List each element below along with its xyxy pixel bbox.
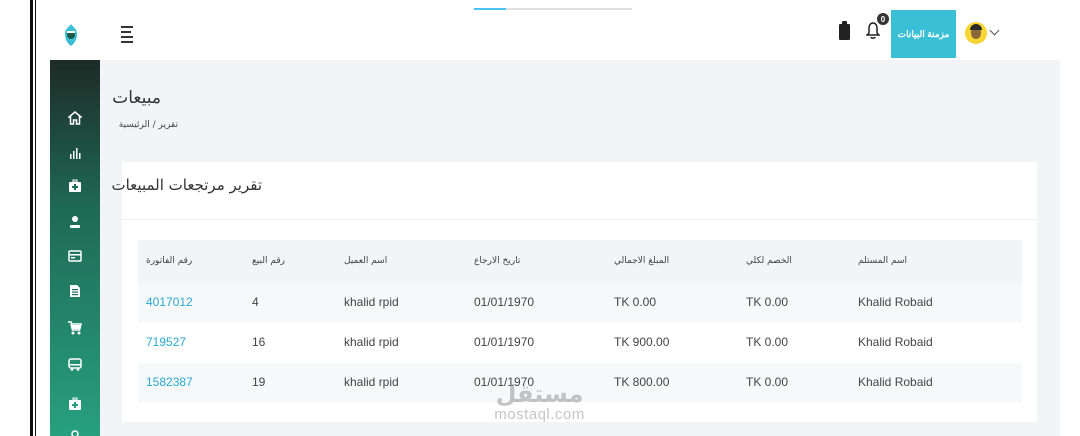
page-title: مبيعات bbox=[112, 88, 161, 108]
more-icon bbox=[71, 430, 79, 436]
customer-name: khalid rpid bbox=[336, 282, 466, 323]
sidebar-item-documents[interactable] bbox=[67, 283, 83, 299]
truck-icon bbox=[68, 358, 82, 371]
home-icon bbox=[68, 111, 82, 125]
return-date: 01/01/1970 bbox=[466, 322, 606, 363]
sidebar-item-medical-2[interactable] bbox=[67, 396, 83, 412]
app-window: 0 مزمنة البيانات مبيعات تقرير / الرئيسية… bbox=[0, 0, 1080, 436]
discount-amount: TK 0.00 bbox=[738, 322, 850, 363]
breadcrumb-home[interactable]: الرئيسية bbox=[119, 120, 150, 130]
table-header-row: رقم الفاتورة رقم البيع اسم العميل تاريخ … bbox=[138, 240, 1022, 282]
total-amount: TK 900.00 bbox=[606, 322, 738, 363]
cart-icon bbox=[68, 321, 82, 335]
column-header-return-date[interactable]: تاريخ الارجاع bbox=[466, 240, 606, 282]
menu-toggle-icon[interactable] bbox=[121, 26, 135, 43]
sidebar-item-payments[interactable] bbox=[67, 248, 83, 264]
card-divider bbox=[122, 219, 1037, 220]
avatar[interactable] bbox=[965, 22, 987, 44]
table-row: 719527 16 khalid rpid 01/01/1970 TK 900.… bbox=[138, 322, 1022, 363]
breadcrumb: تقرير / الرئيسية bbox=[119, 120, 178, 130]
card-icon bbox=[68, 250, 82, 262]
customer-name: khalid rpid bbox=[336, 362, 466, 403]
discount-amount: TK 0.00 bbox=[738, 362, 850, 403]
first-aid-kit-icon bbox=[69, 179, 81, 192]
loading-progress-fill bbox=[474, 8, 506, 10]
notification-count-badge: 0 bbox=[876, 12, 890, 26]
sale-number: 16 bbox=[244, 322, 336, 363]
column-header-discount[interactable]: الخصم لكلي bbox=[738, 240, 850, 282]
first-aid-kit-icon bbox=[69, 397, 81, 410]
column-header-total[interactable]: المبلغ الاجمالي bbox=[606, 240, 738, 282]
customer-name: khalid rpid bbox=[336, 322, 466, 363]
watermark-latin: mostaql.com bbox=[494, 406, 585, 423]
discount-amount: TK 0.00 bbox=[738, 282, 850, 323]
sidebar-item-reports[interactable] bbox=[67, 145, 83, 161]
total-amount: TK 0.00 bbox=[606, 282, 738, 323]
breadcrumb-report[interactable]: تقرير bbox=[159, 120, 179, 130]
receiver-name: Khalid Robaid bbox=[850, 322, 1022, 363]
sales-returns-table: رقم الفاتورة رقم البيع اسم العميل تاريخ … bbox=[138, 240, 1022, 403]
table-row: 4017012 4 khalid rpid 01/01/1970 TK 0.00… bbox=[138, 282, 1022, 323]
window-border bbox=[30, 0, 33, 436]
bell-icon[interactable] bbox=[866, 22, 880, 40]
sidebar-item-cart[interactable] bbox=[67, 320, 83, 336]
sale-number: 4 bbox=[244, 282, 336, 323]
sidebar-item-delivery[interactable] bbox=[67, 356, 83, 372]
sidebar bbox=[50, 60, 100, 436]
invoice-link[interactable]: 4017012 bbox=[138, 282, 244, 323]
column-header-invoice[interactable]: رقم الفاتورة bbox=[138, 240, 244, 282]
avatar-hair bbox=[970, 24, 982, 30]
return-date: 01/01/1970 bbox=[466, 282, 606, 323]
sidebar-item-home[interactable] bbox=[67, 110, 83, 126]
bar-chart-icon bbox=[70, 148, 81, 159]
sidebar-item-medical[interactable] bbox=[67, 178, 83, 194]
user-icon bbox=[70, 216, 80, 228]
column-header-receiver[interactable]: اسم المستلم bbox=[850, 240, 1022, 282]
loading-progress-bar bbox=[474, 8, 632, 10]
column-header-customer[interactable]: اسم العميل bbox=[336, 240, 466, 282]
sale-number: 19 bbox=[244, 362, 336, 403]
column-header-sale[interactable]: رقم البيع bbox=[244, 240, 336, 282]
watermark: مستقل mostaql.com bbox=[482, 382, 597, 424]
invoice-link[interactable]: 719527 bbox=[138, 322, 244, 363]
total-amount: TK 800.00 bbox=[606, 362, 738, 403]
clipboard-icon[interactable] bbox=[839, 21, 850, 40]
watermark-arabic: مستقل bbox=[495, 380, 584, 408]
sidebar-item-users[interactable] bbox=[67, 214, 83, 230]
document-icon bbox=[70, 285, 80, 297]
window-border-inner bbox=[35, 0, 36, 436]
invoice-link[interactable]: 1582387 bbox=[138, 362, 244, 403]
receiver-name: Khalid Robaid bbox=[850, 282, 1022, 323]
sidebar-item-more[interactable] bbox=[67, 426, 83, 436]
app-logo-icon[interactable] bbox=[64, 24, 78, 46]
report-title: تقرير مرتجعات المبيعات bbox=[111, 176, 262, 194]
sync-data-button[interactable]: مزمنة البيانات bbox=[891, 10, 956, 58]
receiver-name: Khalid Robaid bbox=[850, 362, 1022, 403]
breadcrumb-separator: / bbox=[152, 120, 156, 130]
